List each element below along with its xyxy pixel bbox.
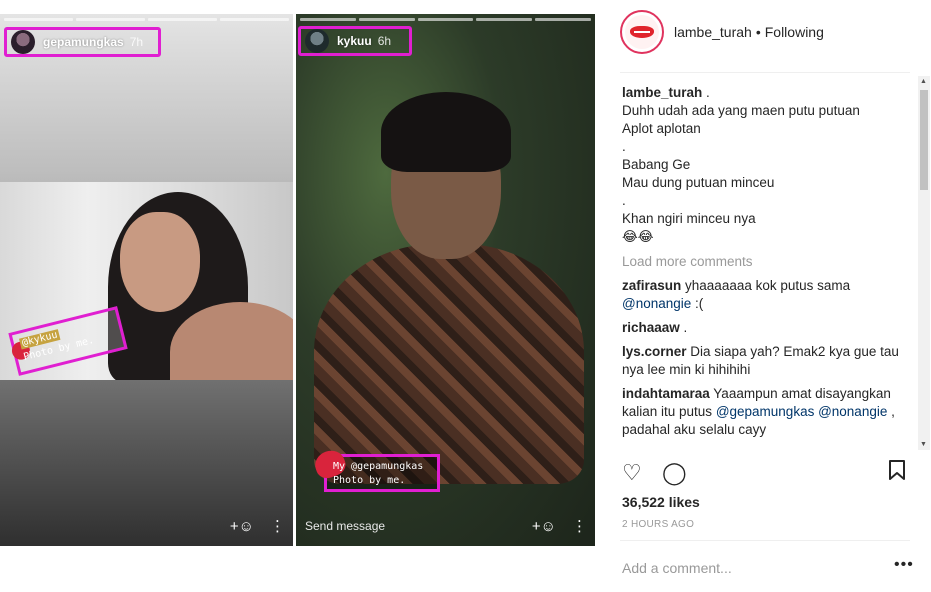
comment-item: lys.corner Dia siapa yah? Emak2 kya gue … — [622, 343, 900, 379]
caption-line: Babang Ge — [622, 157, 691, 172]
caption-line: Aplot aplotan — [622, 121, 701, 136]
story-username: kykuu — [337, 34, 372, 48]
bookmark-icon[interactable] — [888, 460, 906, 486]
divider — [620, 540, 910, 541]
caption-line: . — [622, 139, 626, 154]
comment-text: :( — [691, 296, 704, 311]
caption-line: . — [622, 193, 626, 208]
story-time: 7h — [129, 35, 144, 49]
comment-text: yhaaaaaaa kok putus sama — [681, 278, 851, 293]
following-button[interactable]: Following — [765, 24, 824, 40]
comment-text: . — [679, 320, 688, 335]
add-comment-input[interactable] — [622, 558, 862, 578]
story-progress-bar — [300, 18, 591, 21]
heart-icon[interactable]: ♡ — [622, 460, 642, 486]
comments-scrollbar[interactable]: ▲ ▼ — [918, 76, 930, 450]
more-vertical-icon: ⋮ — [572, 518, 587, 535]
caption-line: Mau dung putuan minceu — [622, 175, 775, 190]
instagram-post-view: gepamungkas 7h @kykuu Photo by me. +☺ ⋮ — [0, 0, 931, 592]
sticker-mention: My @gepamungkas — [333, 461, 424, 472]
comment-username-link[interactable]: richaaaw — [622, 320, 680, 335]
comments-list: lambe_turah . Duhh udah ada yang maen pu… — [622, 84, 900, 448]
mention-link[interactable]: @gepamungkas @nonangie — [716, 404, 888, 419]
more-options-icon[interactable]: ••• — [894, 556, 914, 574]
send-message-label: Send message — [305, 519, 386, 533]
story-footer-right: Send message +☺ ⋮ — [296, 506, 595, 546]
story-header-left: gepamungkas 7h — [4, 27, 161, 57]
story-mention-sticker: My @gepamungkas Photo by me. — [311, 446, 440, 492]
add-person-icon: +☺ — [531, 517, 556, 535]
post-sidebar: lambe_turah • Following lambe_turah . Du… — [620, 0, 930, 592]
story-footer-left: +☺ ⋮ — [0, 506, 293, 546]
comment-item: richaaaw . — [622, 319, 900, 337]
load-more-comments-button[interactable]: Load more comments — [622, 253, 900, 271]
comment-username-link[interactable]: indahtamaraa — [622, 386, 710, 401]
story-username: gepamungkas — [43, 35, 124, 49]
caption-line: Duhh udah ada yang maen putu putuan — [622, 103, 860, 118]
comment-item: indahtamaraa Yaaampun amat disayangkan k… — [622, 385, 900, 439]
account-username-link[interactable]: lambe_turah — [674, 24, 752, 40]
post-header: lambe_turah • Following — [620, 10, 910, 54]
story-header-right: kykuu 6h — [298, 26, 412, 56]
caption-line: 😂😂 — [622, 229, 654, 244]
divider — [620, 72, 910, 73]
story-progress-bar — [4, 18, 289, 21]
caption-username-link[interactable]: lambe_turah — [622, 85, 702, 100]
scroll-down-arrow-icon[interactable]: ▼ — [920, 441, 927, 448]
mention-link[interactable]: @nonangie — [622, 296, 691, 311]
story-avatar — [11, 30, 35, 54]
post-timestamp: 2 HOURS AGO — [622, 519, 695, 530]
comment-username-link[interactable]: lys.corner — [622, 344, 687, 359]
scroll-up-arrow-icon[interactable]: ▲ — [920, 78, 927, 85]
caption-text: . — [702, 85, 710, 100]
scrollbar-thumb[interactable] — [920, 90, 928, 190]
account-avatar[interactable] — [620, 10, 664, 54]
comment-bubble-icon[interactable]: ◯ — [662, 460, 687, 486]
likes-count[interactable]: 36,522 likes — [622, 494, 700, 510]
sticker-caption: Photo by me. — [333, 475, 406, 486]
caption-line: Khan ngiri minceu nya — [622, 211, 756, 226]
post-actions: ♡ ◯ — [622, 460, 910, 486]
story-screenshot-left: gepamungkas 7h @kykuu Photo by me. +☺ ⋮ — [0, 14, 293, 546]
story-time: 6h — [377, 34, 392, 48]
post-caption: lambe_turah . Duhh udah ada yang maen pu… — [622, 84, 900, 246]
header-separator: • — [755, 24, 761, 40]
comment-item: zafirasun yhaaaaaaa kok putus sama @nona… — [622, 277, 900, 313]
story-avatar — [305, 29, 329, 53]
more-vertical-icon: ⋮ — [270, 518, 285, 535]
add-person-icon: +☺ — [229, 517, 254, 535]
post-media[interactable]: gepamungkas 7h @kykuu Photo by me. +☺ ⋮ — [0, 14, 596, 546]
lips-logo-icon — [630, 26, 654, 38]
story-screenshot-right: kykuu 6h My @gepamungkas Photo by me. Se… — [296, 14, 595, 546]
comment-username-link[interactable]: zafirasun — [622, 278, 681, 293]
